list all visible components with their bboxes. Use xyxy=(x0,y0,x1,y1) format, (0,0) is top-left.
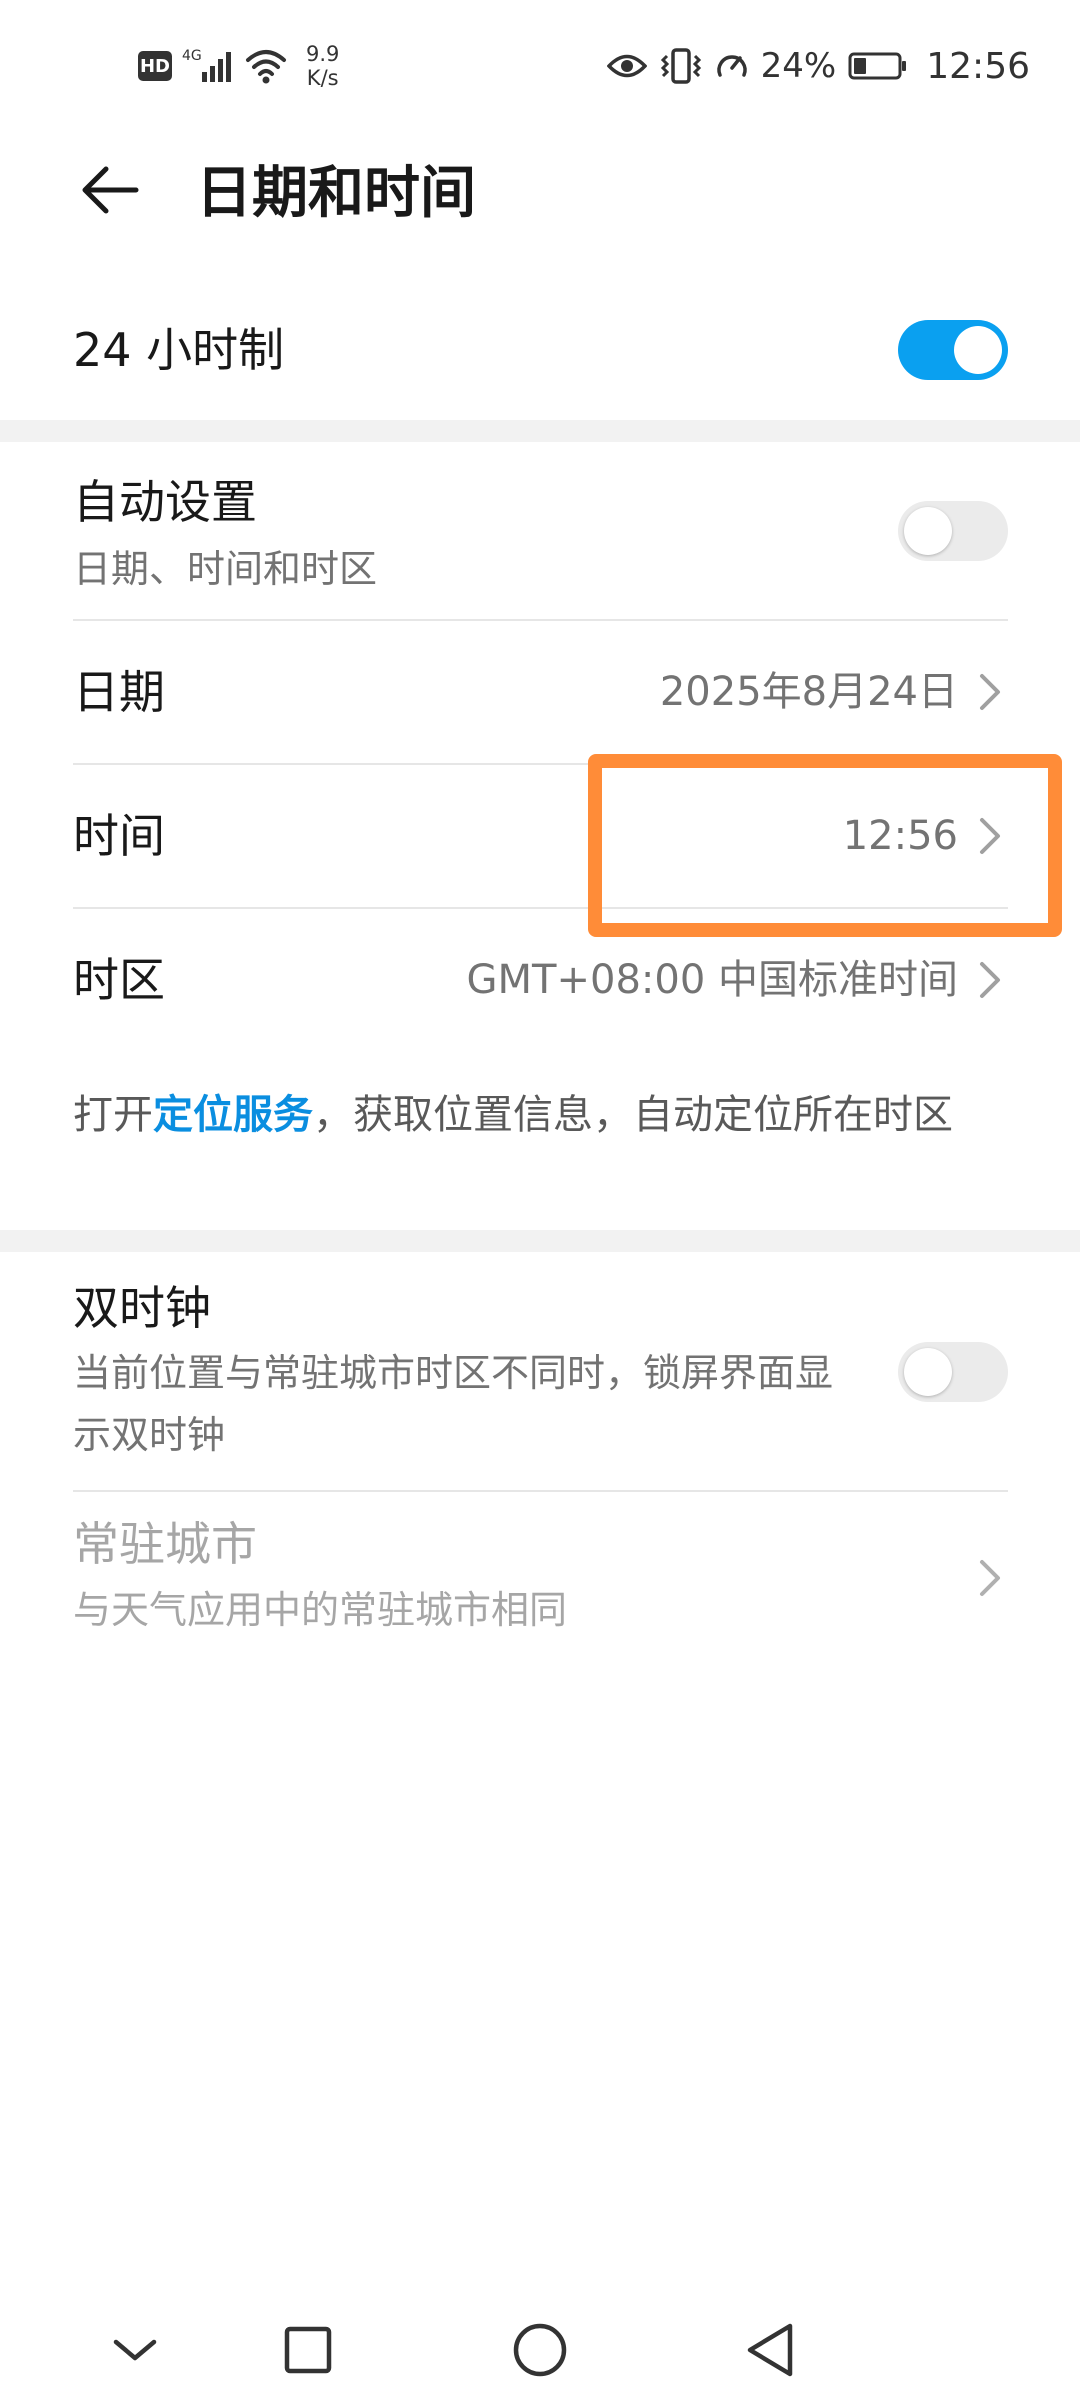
auto-set-sub: 日期、时间和时区 xyxy=(73,547,378,591)
navigation-bar xyxy=(0,2290,1080,2400)
circle-icon xyxy=(513,2323,567,2377)
date-value: 2025年8月24日 xyxy=(659,669,958,715)
triangle-back-icon xyxy=(747,2323,793,2377)
note-prefix: 打开 xyxy=(73,1092,153,1138)
battery-icon xyxy=(848,52,907,80)
dual-clock-row[interactable]: 双时钟 当前位置与常驻城市时区不同时，锁屏界面显示双时钟 xyxy=(0,1272,1080,1482)
signal-label: 4G xyxy=(182,48,202,64)
back-button[interactable] xyxy=(70,150,150,230)
dual-clock-label: 双时钟 xyxy=(73,1281,211,1335)
nav-back-button[interactable] xyxy=(730,2310,810,2390)
section-gap xyxy=(0,1230,1080,1252)
back-arrow-icon xyxy=(82,166,139,214)
location-note: 打开定位服务，获取位置信息，自动定位所在时区 xyxy=(73,1084,973,1146)
nav-home-button[interactable] xyxy=(500,2310,580,2390)
hour24-toggle[interactable] xyxy=(898,320,1008,380)
hour24-label: 24 小时制 xyxy=(73,323,285,377)
divider xyxy=(73,1490,1008,1492)
status-right: 24% 12:56 xyxy=(606,38,1030,94)
home-city-row: 常驻城市 与天气应用中的常驻城市相同 xyxy=(0,1494,1080,1659)
highlight-box xyxy=(588,754,1062,937)
cellular-signal-icon: 4G xyxy=(182,48,231,82)
toggle-knob xyxy=(904,507,952,555)
status-left: HD 4G 9.9 K/s xyxy=(138,38,339,94)
auto-set-label: 自动设置 xyxy=(73,475,257,529)
square-icon xyxy=(284,2326,332,2374)
chevron-right-icon xyxy=(980,962,1000,998)
page-title: 日期和时间 xyxy=(196,161,476,226)
home-city-sub: 与天气应用中的常驻城市相同 xyxy=(73,1588,568,1632)
nav-collapse-button[interactable] xyxy=(95,2310,175,2390)
vibrate-icon xyxy=(660,48,701,84)
eye-icon xyxy=(606,54,647,78)
chevron-right-icon xyxy=(980,674,1000,710)
auto-set-row[interactable]: 自动设置 日期、时间和时区 xyxy=(0,460,1080,620)
status-time: 12:56 xyxy=(926,45,1030,87)
speedometer-icon xyxy=(716,55,747,77)
divider xyxy=(73,619,1008,621)
net-speed-value: 9.9 xyxy=(306,42,340,66)
net-speed-unit: K/s xyxy=(306,66,339,90)
network-speed: 9.9 K/s xyxy=(306,42,339,90)
nav-recents-button[interactable] xyxy=(268,2310,348,2390)
dual-clock-toggle[interactable] xyxy=(898,1342,1008,1402)
dual-clock-sub: 当前位置与常驻城市时区不同时，锁屏界面显示双时钟 xyxy=(73,1351,834,1457)
date-label: 日期 xyxy=(73,665,165,719)
hd-icon: HD xyxy=(138,51,172,81)
toggle-knob xyxy=(954,326,1002,374)
timezone-label: 时区 xyxy=(73,953,165,1007)
note-suffix: ，获取位置信息，自动定位所在时区 xyxy=(313,1092,953,1138)
status-bar: HD 4G 9.9 K/s 24% 12:56 xyxy=(0,0,1080,130)
hour24-row[interactable]: 24 小时制 xyxy=(0,300,1080,400)
timezone-value: GMT+08:00 中国标准时间 xyxy=(466,957,958,1003)
location-service-link[interactable]: 定位服务 xyxy=(153,1092,313,1138)
chevron-down-icon xyxy=(113,2339,157,2361)
section-gap xyxy=(0,420,1080,442)
chevron-right-icon xyxy=(980,1560,1000,1596)
toggle-knob xyxy=(904,1348,952,1396)
battery-percent: 24% xyxy=(760,46,837,86)
home-city-label: 常驻城市 xyxy=(73,1517,257,1571)
date-row[interactable]: 日期 2025年8月24日 xyxy=(0,622,1080,762)
auto-set-toggle[interactable] xyxy=(898,501,1008,561)
time-label: 时间 xyxy=(73,809,165,863)
wifi-icon xyxy=(246,50,286,84)
